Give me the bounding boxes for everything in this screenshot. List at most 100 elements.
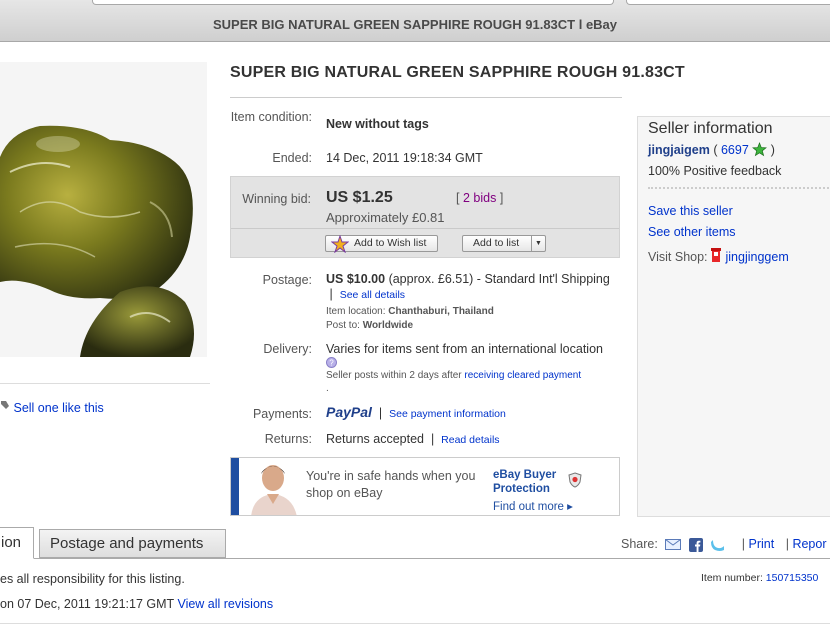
star-icon[interactable] <box>752 142 768 157</box>
positive-feedback: 100% Positive feedback <box>648 164 782 178</box>
see-other-items-link[interactable]: See other items <box>648 225 736 239</box>
bracket-close: ] <box>499 191 504 205</box>
facebook-icon[interactable] <box>688 537 703 552</box>
payments-value: PayPal | See payment information <box>326 405 506 422</box>
person-image <box>251 465 297 515</box>
paypal-logo: PayPal <box>326 404 372 420</box>
returns-value: Returns accepted | Read details <box>326 432 500 448</box>
wish-star-icon <box>331 235 349 253</box>
item-number: Item number: 150715350 <box>701 572 818 584</box>
divider <box>648 187 830 189</box>
separator: | <box>375 406 386 420</box>
visit-shop-label: Visit Shop: <box>648 250 708 264</box>
item-number-label: Item number: <box>701 572 763 584</box>
share-bar: Share: | Print | Repor <box>621 537 826 552</box>
ended-value: 14 Dec, 2011 19:18:34 GMT <box>326 151 483 165</box>
returns-label: Returns: <box>264 432 312 446</box>
feedback-score-link[interactable]: 6697 <box>721 143 749 157</box>
see-payment-info-link[interactable]: See payment information <box>389 408 506 420</box>
divider <box>0 383 210 384</box>
delivery-note: Seller posts within 2 days after receivi… <box>326 369 621 395</box>
delivery-text: Varies for items sent from an internatio… <box>326 342 603 356</box>
sell-one-like-this-link[interactable]: Sell one like this <box>0 400 104 415</box>
location-label: Item location: <box>326 306 386 317</box>
item-number-value: 150715350 <box>765 572 819 584</box>
seller-name-row: jingjaigem ( 6697 ) <box>648 142 775 157</box>
sell-like-label: Sell one like this <box>13 401 104 415</box>
separator: | <box>326 287 337 301</box>
revised-date: on 07 Dec, 2011 19:21:17 GMT <box>0 597 174 611</box>
delivery-label: Delivery: <box>263 342 312 356</box>
revision-info: on 07 Dec, 2011 19:21:17 GMT View all re… <box>0 597 273 611</box>
separator: | <box>785 537 789 551</box>
separator: | <box>427 432 438 446</box>
see-all-details-link[interactable]: See all details <box>340 289 405 301</box>
search-bar[interactable] <box>626 0 830 5</box>
report-link[interactable]: Repor <box>792 537 826 551</box>
tag-icon <box>1 401 9 409</box>
separator: | <box>741 537 746 551</box>
shop-name-link[interactable]: jingjinggem <box>726 250 789 264</box>
seller-heading: Seller information <box>648 120 773 137</box>
paren-open: ( <box>713 143 718 157</box>
condition-label: Item condition: <box>230 110 312 124</box>
bracket-open: [ <box>456 191 460 205</box>
banner-message: You're in safe hands when you shop on eB… <box>306 469 476 500</box>
cleared-payment-link[interactable]: receiving cleared payment <box>464 370 581 381</box>
post-to-value: Worldwide <box>362 320 414 331</box>
divider <box>231 228 619 229</box>
delivery-note-end: . <box>326 383 329 394</box>
post-to: Post to: Worldwide <box>326 318 413 333</box>
address-bar[interactable] <box>92 0 614 5</box>
delivery-note-text: Seller posts within 2 days after <box>326 370 462 381</box>
item-location: Item location: Chanthaburi, Thailand <box>326 304 494 319</box>
twitter-icon[interactable] <box>710 538 726 552</box>
bid-box: Winning bid: US $1.25 [ 2 bids ] Approxi… <box>230 176 620 258</box>
shop-icon <box>711 248 722 262</box>
paren-close: ) <box>770 143 775 157</box>
tabs-divider <box>0 558 830 559</box>
view-all-revisions-link[interactable]: View all revisions <box>177 597 273 611</box>
winning-bid-label: Winning bid: <box>242 192 311 206</box>
chevron-down-icon[interactable]: ▼ <box>531 236 545 251</box>
banner-stripe <box>231 458 239 515</box>
svg-text:?: ? <box>329 359 334 368</box>
save-seller-link[interactable]: Save this seller <box>648 204 733 218</box>
read-details-link[interactable]: Read details <box>441 434 499 446</box>
product-image[interactable] <box>0 62 207 357</box>
visit-shop-row: Visit Shop: jingjinggem <box>648 248 789 264</box>
bid-count-link[interactable]: 2 bids <box>463 191 496 205</box>
buyer-protection-title: eBay Buyer Protection <box>493 469 557 495</box>
print-link[interactable]: Print <box>749 537 775 551</box>
seller-name-link[interactable]: jingjaigem <box>648 143 710 157</box>
list-button-label: Add to list <box>473 237 520 249</box>
ended-label: Ended: <box>272 151 312 165</box>
share-label: Share: <box>621 537 658 551</box>
divider <box>0 623 830 624</box>
browser-titlebar: SUPER BIG NATURAL GREEN SAPPHIRE ROUGH 9… <box>0 0 830 42</box>
postage-label: Postage: <box>262 273 312 287</box>
responsibility-text: es all responsibility for this listing. <box>0 572 185 586</box>
item-title: SUPER BIG NATURAL GREEN SAPPHIRE ROUGH 9… <box>230 64 685 81</box>
add-to-wish-list-button[interactable]: Add to Wish list <box>325 235 438 253</box>
divider <box>230 97 622 98</box>
sapphire-image <box>0 62 207 357</box>
add-to-list-button[interactable]: Add to list ▼ <box>462 235 546 252</box>
email-icon[interactable] <box>665 539 682 551</box>
bid-count: [ 2 bids ] <box>456 191 503 205</box>
returns-text: Returns accepted <box>326 432 424 446</box>
tab-description[interactable]: ion <box>0 527 34 559</box>
buyer-protection-banner[interactable]: You're in safe hands when you shop on eB… <box>230 457 620 516</box>
approx-price: Approximately £0.81 <box>326 210 445 225</box>
help-icon[interactable]: ? <box>326 357 337 368</box>
condition-value: New without tags <box>326 117 429 131</box>
winning-bid-price: US $1.25 <box>326 189 393 206</box>
postage-value: US $10.00 (approx. £6.51) - Standard Int… <box>326 272 611 303</box>
find-out-more-link[interactable]: Find out more ▸ <box>493 499 573 513</box>
shield-icon <box>568 472 582 488</box>
wish-button-label: Add to Wish list <box>354 237 427 249</box>
payments-label: Payments: <box>252 407 312 421</box>
seller-information-panel: Seller information jingjaigem ( 6697 ) 1… <box>637 116 830 517</box>
postage-detail: (approx. £6.51) - Standard Int'l Shippin… <box>388 272 610 286</box>
tab-postage-and-payments[interactable]: Postage and payments <box>39 529 226 558</box>
